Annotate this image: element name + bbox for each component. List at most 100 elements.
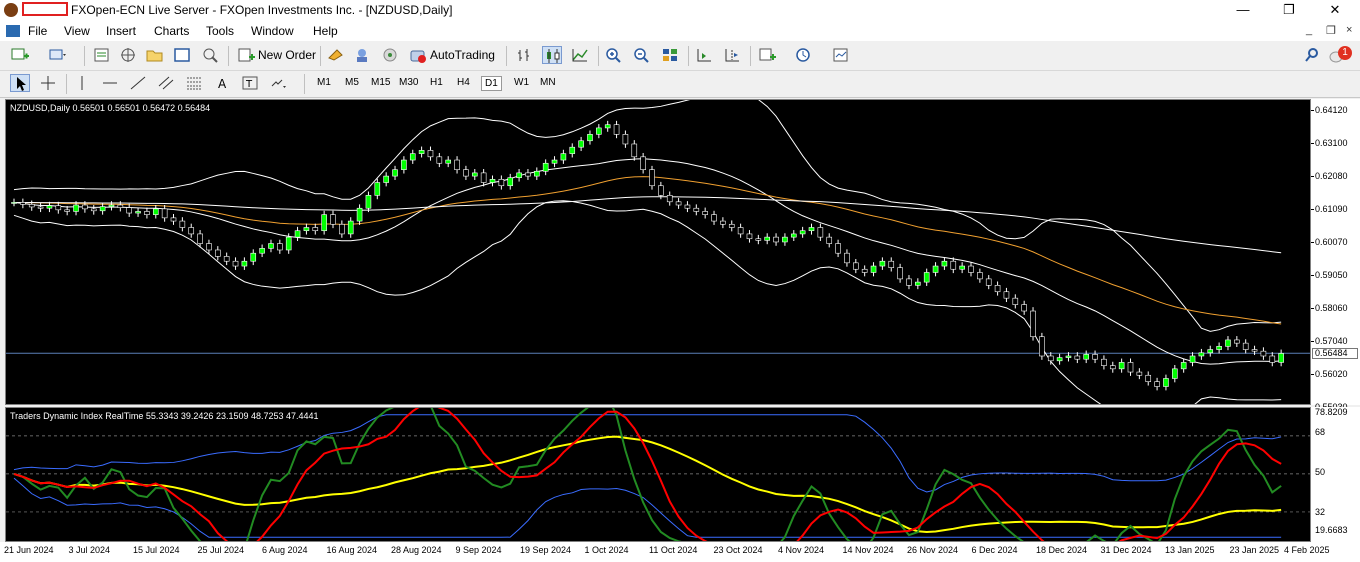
autotrading-button[interactable]: AutoTrading	[430, 48, 495, 62]
candle-body	[401, 159, 407, 170]
menu-charts[interactable]: Charts	[154, 24, 189, 38]
price-chart-canvas	[6, 100, 1310, 404]
text-icon[interactable]: A	[212, 74, 232, 92]
menu-help[interactable]: Help	[313, 24, 338, 38]
chart-window-icon	[6, 25, 20, 37]
new-order-button[interactable]: New Order	[258, 48, 316, 62]
timeframe-m30[interactable]: M30	[396, 76, 421, 89]
navigator-icon[interactable]	[118, 46, 138, 64]
moving-average-long	[13, 196, 1282, 254]
vertical-line-icon[interactable]	[72, 74, 92, 92]
candle-body	[28, 204, 35, 208]
timeframe-m1[interactable]: M1	[314, 76, 334, 89]
tile-windows-icon[interactable]	[660, 46, 680, 64]
indicator-scale: 78.8209 68 50 32 19.6683	[1311, 407, 1360, 542]
price-label: 0.58060	[1315, 303, 1348, 313]
mdi-restore-button[interactable]: ❐	[1326, 24, 1336, 37]
indicator-scale-label: 32	[1315, 507, 1326, 517]
candle-body	[1039, 336, 1045, 357]
new-chart-icon[interactable]	[10, 46, 30, 64]
menu-insert[interactable]: Insert	[106, 24, 136, 38]
trendline-icon[interactable]	[128, 74, 148, 92]
notification-badge[interactable]: 1	[1338, 46, 1352, 60]
equidistant-channel-icon[interactable]	[156, 74, 176, 92]
signals-icon[interactable]	[352, 46, 372, 64]
fibonacci-icon[interactable]	[184, 74, 204, 92]
candle-body	[392, 169, 398, 177]
standard-toolbar: New Order AutoTrading 1	[0, 42, 1360, 71]
new-order-icon[interactable]	[236, 46, 256, 64]
timeframe-d1[interactable]: D1	[481, 76, 502, 91]
cursor-icon[interactable]	[10, 74, 30, 92]
mdi-minimize-button[interactable]: _	[1306, 24, 1312, 36]
candle-body	[418, 150, 425, 154]
crosshair-icon[interactable]	[38, 74, 58, 92]
time-label: 18 Dec 2024	[1036, 545, 1088, 555]
profiles-icon[interactable]	[48, 46, 68, 64]
candle-body	[1136, 371, 1143, 376]
search-icon[interactable]	[1302, 46, 1322, 64]
close-button[interactable]: ✕	[1312, 0, 1358, 20]
candle-body	[463, 169, 469, 177]
candle-body	[746, 233, 753, 240]
candlestick-chart-icon[interactable]	[542, 46, 562, 64]
auto-scroll-icon[interactable]	[694, 46, 714, 64]
terminal-icon[interactable]	[172, 46, 192, 64]
price-chart[interactable]: NZDUSD,Daily 0.56501 0.56501 0.56472 0.5…	[5, 99, 1311, 405]
menu-file[interactable]: File	[28, 24, 47, 38]
templates-icon[interactable]	[832, 46, 852, 64]
horizontal-line-icon[interactable]	[100, 74, 120, 92]
candle-body	[1251, 349, 1258, 352]
time-axis: 21 Jun 2024 3 Jul 2024 15 Jul 2024 25 Jul 2…	[0, 542, 1360, 562]
autotrading-icon[interactable]	[408, 46, 428, 64]
price-tick	[1311, 308, 1314, 309]
menu-view[interactable]: View	[64, 24, 90, 38]
candle-body	[1172, 368, 1178, 379]
zoom-in-icon[interactable]	[604, 46, 624, 64]
metaeditor-icon[interactable]	[326, 46, 346, 64]
text-label-icon[interactable]: T	[240, 74, 260, 92]
chart-shift-icon[interactable]	[722, 46, 742, 64]
candle-body	[90, 208, 97, 212]
candle-body	[197, 233, 203, 244]
time-label: 25 Jul 2024	[197, 545, 245, 555]
candle-body	[73, 204, 79, 212]
zoom-out-icon[interactable]	[632, 46, 652, 64]
candle-body	[1047, 355, 1054, 362]
timeframe-w1[interactable]: W1	[511, 76, 532, 89]
indicator-scale-label: 68	[1315, 427, 1326, 437]
candle-body	[259, 248, 265, 254]
data-window-icon[interactable]	[144, 46, 164, 64]
periods-icon[interactable]	[794, 46, 814, 64]
maximize-button[interactable]: ❐	[1266, 0, 1312, 20]
time-label: 4 Nov 2024	[778, 545, 825, 555]
market-watch-icon[interactable]	[92, 46, 112, 64]
line-chart-icon[interactable]	[570, 46, 590, 64]
candle-body	[82, 204, 88, 210]
menu-tools[interactable]: Tools	[206, 24, 234, 38]
candle-body	[658, 185, 664, 196]
candle-body	[534, 170, 540, 177]
indicator-window[interactable]: Traders Dynamic Index RealTime 55.3343 3…	[5, 407, 1311, 542]
menu-window[interactable]: Window	[251, 24, 294, 38]
candle-body	[826, 236, 833, 244]
timeframe-h4[interactable]: H4	[454, 76, 473, 89]
timeframe-mn[interactable]: MN	[537, 76, 559, 89]
candle-body	[383, 175, 389, 183]
candle-body	[578, 140, 584, 148]
candle-body	[1127, 362, 1134, 373]
mdi-close-button[interactable]: ×	[1346, 24, 1352, 36]
candle-body	[1083, 354, 1089, 360]
timeframe-m15[interactable]: M15	[368, 76, 393, 89]
minimize-button[interactable]: —	[1220, 0, 1266, 20]
time-label: 21 Jun 2024	[4, 545, 54, 555]
candle-body	[569, 146, 576, 154]
bar-chart-icon[interactable]	[514, 46, 534, 64]
strategy-tester-icon[interactable]	[200, 46, 220, 64]
candle-body	[489, 179, 496, 183]
indicators-icon[interactable]	[758, 46, 778, 64]
timeframe-m5[interactable]: M5	[342, 76, 362, 89]
arrows-icon[interactable]	[268, 74, 288, 92]
market-icon[interactable]	[380, 46, 400, 64]
timeframe-h1[interactable]: H1	[427, 76, 446, 89]
